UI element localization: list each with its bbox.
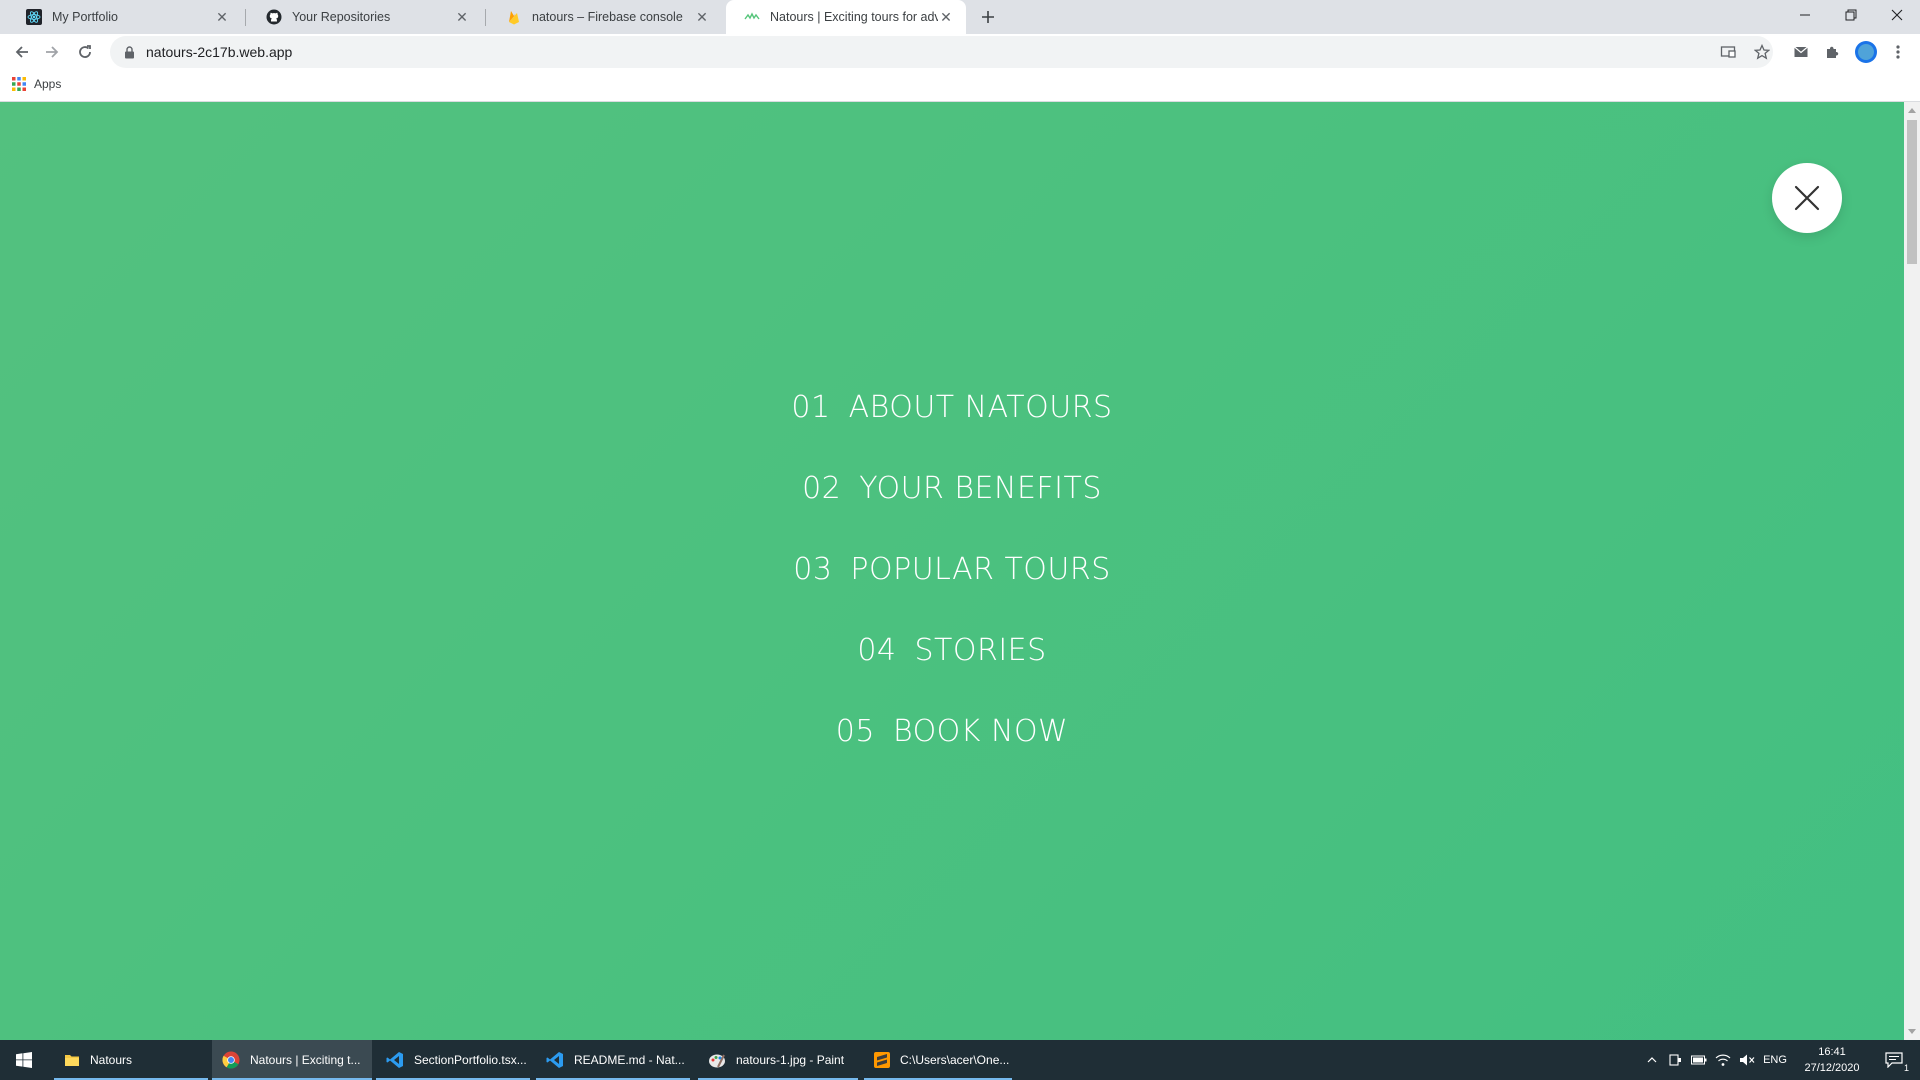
tab-divider: [245, 9, 246, 26]
bookmark-label: Apps: [34, 77, 62, 91]
browser-menu-icon[interactable]: [1884, 38, 1912, 66]
url-text: natours-2c17b.web.app: [146, 44, 293, 60]
vscode-icon: [386, 1051, 404, 1069]
nav-link-your-benefits[interactable]: 02 YOUR BENEFITS: [0, 471, 1904, 506]
nav-link-about-natours[interactable]: 01 ABOUT NATOURS: [0, 390, 1904, 425]
tab-close-icon[interactable]: ✕: [454, 9, 470, 25]
show-hidden-icons-chevron-icon[interactable]: [1642, 1040, 1662, 1080]
nav-link-number: 01: [791, 390, 831, 425]
taskbar-app-vscode-readme[interactable]: README.md - Nat...: [536, 1040, 690, 1080]
nav-link-label: BOOK NOW: [892, 714, 1069, 749]
taskbar-app-label: Natours: [90, 1053, 133, 1067]
bookmarks-bar: Apps: [0, 70, 1920, 102]
scroll-down-arrow-icon[interactable]: [1908, 1028, 1916, 1036]
natours-navigation-overlay: 01 ABOUT NATOURS 02 YOUR BENEFITS 03 POPULA…: [0, 102, 1904, 1040]
cast-icon[interactable]: [1714, 38, 1742, 66]
natours-logo-icon: [744, 9, 760, 25]
tab-close-icon[interactable]: ✕: [694, 9, 710, 25]
clock-time: 16:41: [1818, 1046, 1846, 1058]
tab-your-repositories[interactable]: Your Repositories ✕: [248, 0, 482, 34]
extensions-puzzle-icon[interactable]: [1819, 38, 1847, 66]
page-scrollbar[interactable]: [1904, 102, 1920, 1040]
new-tab-button[interactable]: [976, 5, 1000, 29]
tab-firebase-console[interactable]: natours – Firebase console ✕: [488, 0, 722, 34]
taskbar-app-chrome[interactable]: Natours | Exciting t...: [212, 1040, 372, 1080]
tab-title: Your Repositories: [292, 10, 391, 24]
navigation-menu: 01 ABOUT NATOURS 02 YOUR BENEFITS 03 POPULA…: [0, 102, 1904, 1040]
nav-link-number: 02: [802, 471, 842, 506]
tab-close-icon[interactable]: ✕: [938, 9, 954, 25]
taskbar-app-label: README.md - Nat...: [574, 1053, 685, 1067]
profile-avatar[interactable]: [1852, 38, 1880, 66]
forward-button[interactable]: [38, 38, 66, 66]
mail-icon[interactable]: [1787, 38, 1815, 66]
close-window-button[interactable]: [1874, 0, 1920, 30]
wifi-icon[interactable]: [1712, 1040, 1734, 1080]
windows-taskbar: Natours Natours | Exciting t... SectionP…: [0, 1040, 1920, 1080]
notification-count-badge: 1: [1903, 1063, 1909, 1073]
taskbar-app-label: natours-1.jpg - Paint: [736, 1053, 845, 1067]
system-clock[interactable]: 16:41 27/12/2020: [1790, 1044, 1874, 1076]
sublime-icon: [874, 1052, 890, 1068]
action-center-button[interactable]: 1: [1876, 1040, 1912, 1080]
windows-logo-icon: [16, 1052, 32, 1068]
back-button[interactable]: [8, 38, 36, 66]
github-icon: [266, 9, 282, 25]
apps-grid-icon: [12, 77, 26, 91]
scroll-up-arrow-icon[interactable]: [1908, 106, 1916, 114]
taskbar-app-label: Natours | Exciting t...: [250, 1053, 361, 1067]
nav-link-book-now[interactable]: 05 BOOK NOW: [0, 714, 1904, 749]
lock-icon[interactable]: [122, 45, 136, 59]
tab-close-icon[interactable]: ✕: [214, 9, 230, 25]
firebase-icon: [506, 9, 522, 25]
tab-strip: My Portfolio ✕ Your Repositories ✕ natou…: [0, 0, 1920, 34]
vscode-icon: [546, 1051, 564, 1069]
battery-icon[interactable]: [1688, 1040, 1710, 1080]
device-tray-icon[interactable]: [1664, 1040, 1686, 1080]
tab-title: My Portfolio: [52, 10, 118, 24]
nav-link-stories[interactable]: 04 STORIES: [0, 633, 1904, 668]
language-indicator[interactable]: ENG: [1760, 1040, 1790, 1080]
taskbar-app-natours-folder[interactable]: Natours: [54, 1040, 208, 1080]
address-bar[interactable]: natours-2c17b.web.app: [110, 36, 1773, 68]
react-icon: [26, 9, 42, 25]
notifications-icon: [1885, 1052, 1903, 1068]
nav-link-label: STORIES: [914, 633, 1047, 668]
bookmark-star-icon[interactable]: [1748, 38, 1776, 66]
minimize-button[interactable]: [1782, 0, 1828, 30]
chrome-icon: [222, 1051, 240, 1069]
speaker-muted-icon[interactable]: [1736, 1040, 1758, 1080]
nav-link-label: ABOUT NATOURS: [848, 390, 1113, 425]
tab-natours[interactable]: Natours | Exciting tours for adver ✕: [726, 0, 966, 34]
tab-my-portfolio[interactable]: My Portfolio ✕: [8, 0, 242, 34]
nav-link-number: 03: [793, 552, 833, 587]
tab-divider: [485, 9, 486, 26]
nav-link-label: YOUR BENEFITS: [859, 471, 1102, 506]
nav-link-number: 04: [857, 633, 897, 668]
clock-date: 27/12/2020: [1804, 1062, 1860, 1074]
tab-title: natours – Firebase console: [532, 10, 683, 24]
bookmark-apps[interactable]: Apps: [12, 77, 61, 91]
tab-title: Natours | Exciting tours for adver: [770, 10, 938, 24]
nav-link-number: 05: [835, 714, 875, 749]
folder-icon: [64, 1052, 80, 1068]
browser-toolbar: natours-2c17b.web.app: [0, 34, 1920, 70]
taskbar-app-sublime[interactable]: C:\Users\acer\One...: [864, 1040, 1012, 1080]
reload-button[interactable]: [71, 38, 99, 66]
taskbar-app-paint[interactable]: natours-1.jpg - Paint: [698, 1040, 858, 1080]
nav-link-label: POPULAR TOURS: [850, 552, 1111, 587]
nav-link-popular-tours[interactable]: 03 POPULAR TOURS: [0, 552, 1904, 587]
taskbar-app-label: SectionPortfolio.tsx...: [414, 1053, 527, 1067]
taskbar-app-vscode-section-portfolio[interactable]: SectionPortfolio.tsx...: [376, 1040, 530, 1080]
scroll-thumb[interactable]: [1907, 120, 1917, 264]
paint-icon: [708, 1051, 726, 1069]
start-button[interactable]: [0, 1040, 48, 1080]
restore-button[interactable]: [1828, 0, 1874, 30]
taskbar-app-label: C:\Users\acer\One...: [900, 1053, 1010, 1067]
